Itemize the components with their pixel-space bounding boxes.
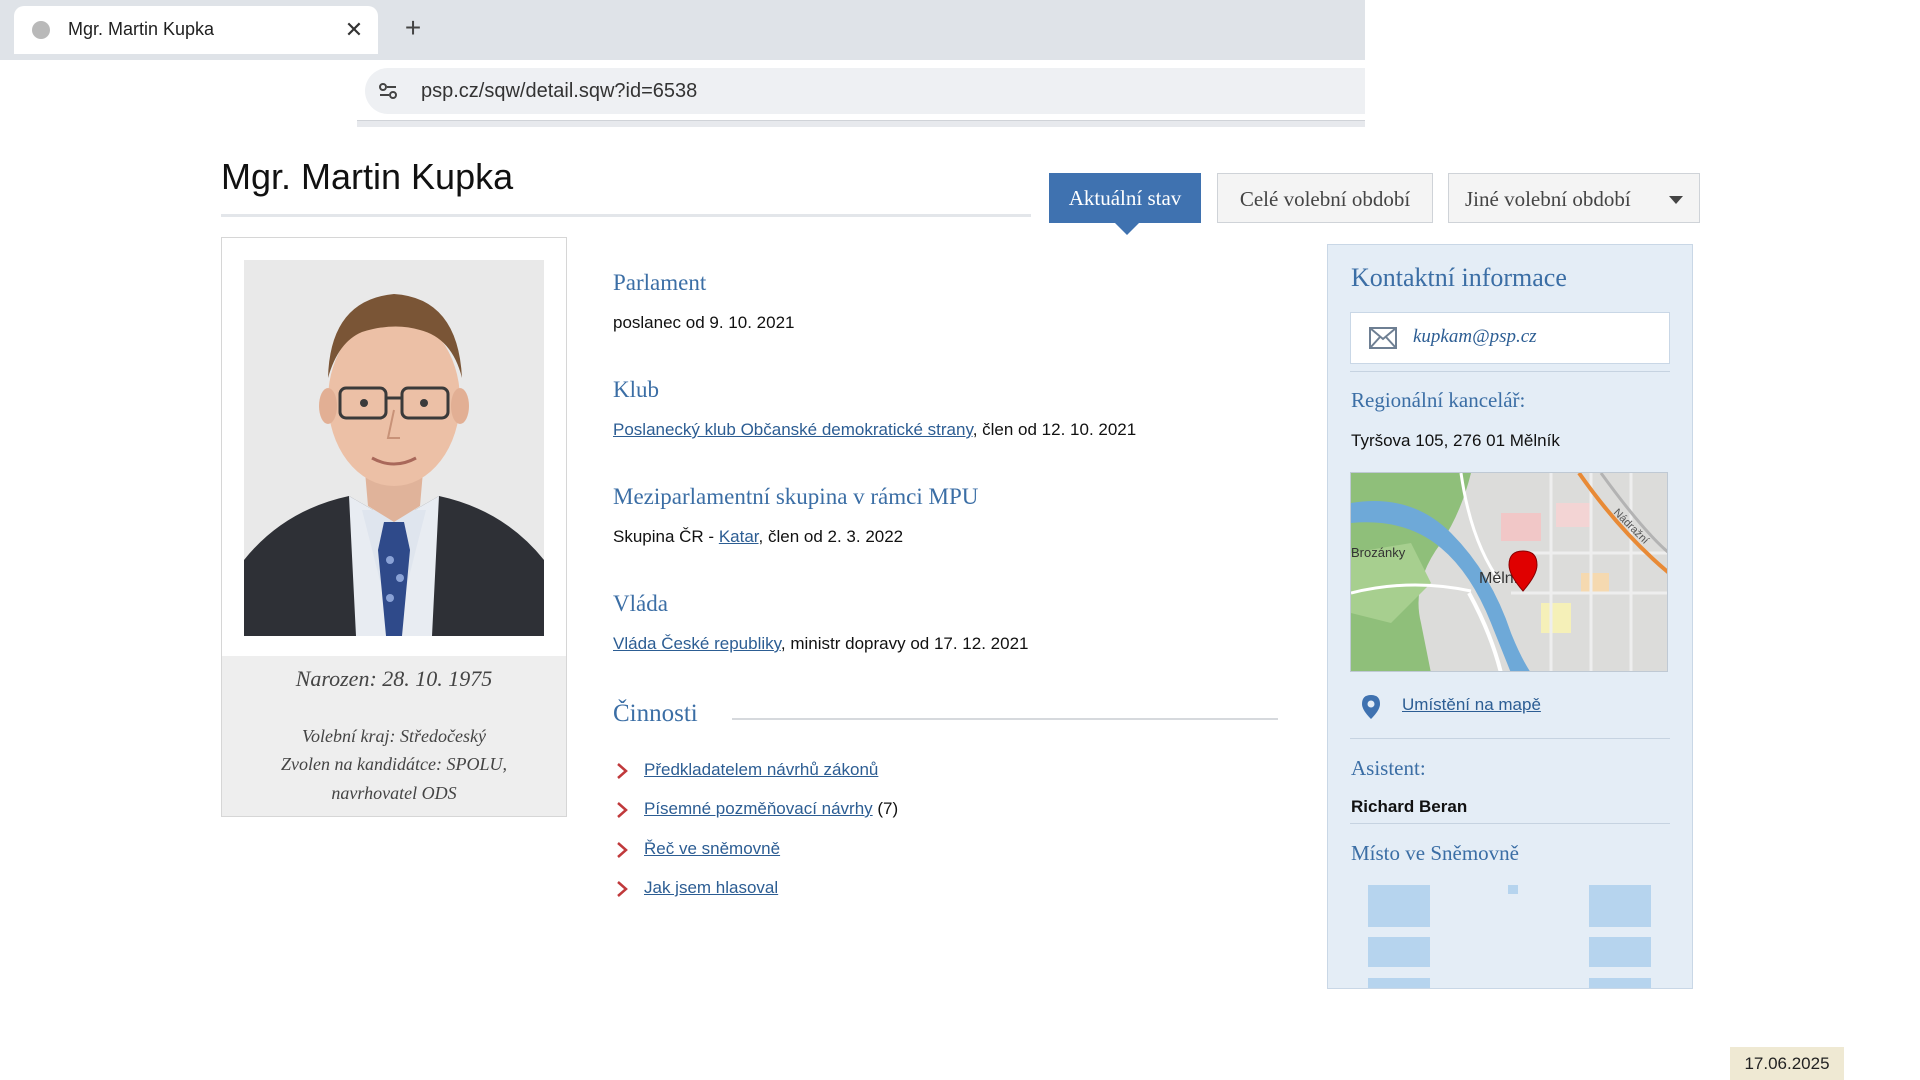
contact-title: Kontaktní informace xyxy=(1351,263,1567,292)
chevron-right-icon xyxy=(617,802,628,818)
chevron-right-icon xyxy=(617,881,628,897)
new-tab-icon[interactable]: + xyxy=(398,14,428,44)
club-line: Poslanecký klub Občanské demokratické st… xyxy=(613,420,1136,440)
address-bar[interactable]: psp.cz/sqw/detail.sqw?id=6538 xyxy=(365,68,1365,114)
profile-card: Narozen: 28. 10. 1975 Volební kraj: Stře… xyxy=(221,237,567,817)
map-image: Brozánky Mělník Nádražní xyxy=(1351,473,1667,671)
mpu-group-link[interactable]: Katar xyxy=(719,527,759,546)
seat-block xyxy=(1508,885,1518,894)
office-address: Tyršova 105, 276 01 Mělník xyxy=(1351,431,1560,450)
elected-list: Zvolen na kandidátce: SPOLU, xyxy=(281,754,507,774)
panel-divider xyxy=(1350,738,1670,739)
seat-block xyxy=(1589,885,1651,927)
close-tab-icon[interactable]: ✕ xyxy=(340,16,368,44)
chevron-right-icon xyxy=(617,763,628,779)
envelope-icon xyxy=(1369,327,1397,349)
activity-link-speeches[interactable]: Řeč ve sněmovně xyxy=(644,839,780,858)
seat-block xyxy=(1368,978,1430,988)
email-box[interactable]: kupkam@psp.cz xyxy=(1350,312,1670,364)
office-map[interactable]: Brozánky Mělník Nádražní xyxy=(1350,472,1668,672)
club-membership-text: , člen od 12. 10. 2021 xyxy=(972,420,1137,439)
chevron-right-icon xyxy=(617,842,628,858)
date-stamp: 17.06.2025 xyxy=(1730,1047,1844,1080)
section-title-club: Klub xyxy=(613,377,659,402)
map-label-brozanky: Brozánky xyxy=(1351,545,1406,560)
section-title-mpu: Meziparlamentní skupina v rámci MPU xyxy=(613,484,979,509)
assistant-name: Richard Beran xyxy=(1351,797,1468,816)
seat-block xyxy=(1368,885,1430,927)
tab-full-term[interactable]: Celé volební období xyxy=(1217,173,1433,223)
mpu-membership-text: , člen od 2. 3. 2022 xyxy=(758,527,904,546)
section-title-government: Vláda xyxy=(613,591,668,616)
panel-divider xyxy=(1350,823,1670,824)
toolbar-divider xyxy=(357,120,1365,127)
site-settings-icon[interactable] xyxy=(377,80,399,102)
government-link[interactable]: Vláda České republiky xyxy=(613,634,781,653)
club-link[interactable]: Poslanecký klub Občanské demokratické st… xyxy=(613,420,973,439)
seat-block xyxy=(1589,937,1651,967)
panel-divider xyxy=(1350,371,1670,372)
activity-link-bills[interactable]: Předkladatelem návrhů zákonů xyxy=(644,760,878,779)
regional-office-label: Regionální kancelář: xyxy=(1351,388,1526,412)
site-favicon-icon xyxy=(32,21,50,39)
seat-block xyxy=(1589,978,1651,988)
tab-other-term-dropdown[interactable]: Jiné volební období xyxy=(1448,173,1700,223)
section-title-activities: Činnosti xyxy=(613,700,698,727)
parliament-text: poslanec od 9. 10. 2021 xyxy=(613,313,795,332)
map-location-link[interactable]: Umístění na mapě xyxy=(1402,695,1541,715)
tab-other-term-label: Jiné volební období xyxy=(1465,187,1631,211)
title-underline xyxy=(221,214,1031,217)
birth-date: Narozen: 28. 10. 1975 xyxy=(295,666,493,691)
portrait-photo xyxy=(244,260,544,636)
government-role-text: , ministr dopravy od 17. 12. 2021 xyxy=(780,634,1029,653)
email-link[interactable]: kupkam@psp.cz xyxy=(1413,326,1537,348)
nominating-party: navrhovatel ODS xyxy=(331,783,457,803)
activities-divider xyxy=(732,718,1278,720)
photo-frame xyxy=(222,238,566,656)
contact-panel: Kontaktní informace kupkam@psp.cz Region… xyxy=(1327,244,1693,989)
address-bar-url[interactable]: psp.cz/sqw/detail.sqw?id=6538 xyxy=(421,80,697,103)
browser-tab[interactable]: Mgr. Martin Kupka ✕ xyxy=(14,6,378,54)
page-title: Mgr. Martin Kupka xyxy=(221,156,514,197)
location-pin-icon xyxy=(1362,695,1380,719)
government-line: Vláda České republiky, ministr dopravy o… xyxy=(613,634,1028,654)
activity-link-votes[interactable]: Jak jsem hlasoval xyxy=(644,878,778,897)
section-title-parliament: Parlament xyxy=(613,270,707,295)
mpu-prefix: Skupina ČR - xyxy=(613,527,719,546)
chamber-seat-label: Místo ve Sněmovně xyxy=(1351,841,1519,865)
chevron-down-icon xyxy=(1669,196,1683,204)
assistant-label: Asistent: xyxy=(1351,756,1426,780)
seat-block xyxy=(1368,937,1430,967)
mpu-line: Skupina ČR - Katar, člen od 2. 3. 2022 xyxy=(613,527,903,547)
tab-current-state[interactable]: Aktuální stav xyxy=(1049,173,1201,235)
electoral-region: Volební kraj: Středočeský xyxy=(302,726,486,746)
activity-count: (7) xyxy=(872,799,899,818)
activity-link-amendments[interactable]: Písemné pozměňovací návrhy xyxy=(644,799,873,818)
browser-tab-title: Mgr. Martin Kupka xyxy=(68,19,215,39)
browser-tab-strip: Mgr. Martin Kupka ✕ + xyxy=(0,0,1365,60)
